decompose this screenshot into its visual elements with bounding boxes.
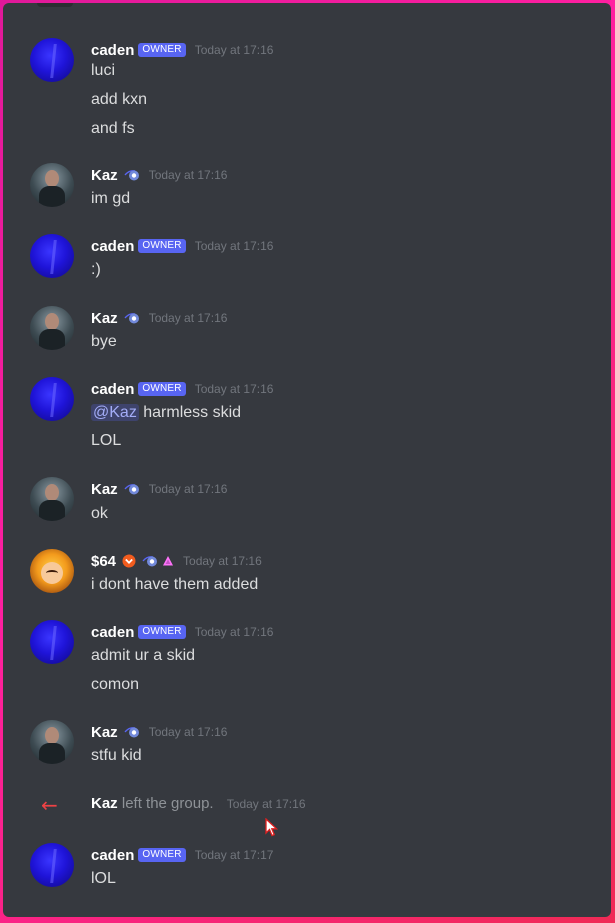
message-text: @Kaz harmless skid bbox=[91, 404, 241, 422]
avatar[interactable] bbox=[30, 306, 74, 350]
avatar[interactable] bbox=[30, 620, 74, 664]
username[interactable]: caden bbox=[91, 238, 134, 255]
timestamp[interactable]: Today at 17:16 bbox=[149, 168, 228, 182]
message-text: add kxn bbox=[91, 91, 148, 108]
message-text: luci bbox=[91, 62, 116, 79]
system-text: left the group. bbox=[117, 795, 214, 812]
timestamp[interactable]: Today at 17:16 bbox=[195, 625, 274, 639]
timestamp[interactable]: Today at 17:16 bbox=[183, 554, 262, 568]
chat-window: caden OWNER Today at 17:16 luci add kxn … bbox=[3, 3, 611, 917]
username[interactable]: Kaz bbox=[91, 167, 118, 184]
chevron-badge-icon[interactable] bbox=[122, 554, 136, 568]
username[interactable]: caden bbox=[91, 42, 134, 59]
timestamp[interactable]: Today at 17:16 bbox=[195, 239, 274, 253]
avatar[interactable] bbox=[30, 163, 74, 207]
timestamp[interactable]: Today at 17:16 bbox=[149, 725, 228, 739]
owner-badge: OWNER bbox=[138, 382, 186, 396]
username[interactable]: caden bbox=[91, 381, 134, 398]
message-text: i dont have them added bbox=[91, 576, 259, 593]
hypesquad-icon[interactable] bbox=[124, 482, 140, 496]
avatar[interactable] bbox=[30, 477, 74, 521]
owner-badge: OWNER bbox=[138, 625, 186, 639]
message-text: ok bbox=[91, 505, 108, 522]
avatar[interactable] bbox=[30, 38, 74, 82]
message-text: lOL bbox=[91, 870, 116, 887]
timestamp[interactable]: Today at 17:16 bbox=[227, 797, 306, 811]
owner-badge: OWNER bbox=[138, 43, 186, 57]
avatar[interactable] bbox=[30, 234, 74, 278]
message-text: im gd bbox=[91, 190, 131, 207]
timestamp[interactable]: Today at 17:16 bbox=[149, 311, 228, 325]
message-text: bye bbox=[91, 333, 117, 350]
username[interactable]: Kaz bbox=[91, 795, 118, 812]
message-text: stfu kid bbox=[91, 747, 142, 764]
leave-arrow-icon: ← bbox=[41, 793, 58, 817]
hypesquad-icon[interactable] bbox=[124, 725, 140, 739]
hypesquad-icon[interactable] bbox=[142, 554, 158, 568]
username[interactable]: Kaz bbox=[91, 310, 118, 327]
avatar[interactable] bbox=[30, 843, 74, 887]
message-text: admit ur a skid bbox=[91, 647, 196, 664]
timestamp[interactable]: Today at 17:16 bbox=[149, 482, 228, 496]
username[interactable]: $64 bbox=[91, 553, 116, 570]
owner-badge: OWNER bbox=[138, 239, 186, 253]
username[interactable]: caden bbox=[91, 624, 134, 641]
message-text-rest: harmless skid bbox=[138, 404, 242, 421]
hypesquad-icon[interactable] bbox=[124, 311, 140, 325]
nitro-triangle-icon[interactable] bbox=[162, 554, 174, 568]
username[interactable]: Kaz bbox=[91, 724, 118, 741]
mouse-cursor-icon bbox=[265, 818, 279, 837]
username[interactable]: caden bbox=[91, 847, 134, 864]
hypesquad-icon[interactable] bbox=[124, 168, 140, 182]
avatar[interactable] bbox=[30, 720, 74, 764]
message-text: and fs bbox=[91, 120, 135, 137]
message-text: LOL bbox=[91, 432, 122, 449]
message-text: :) bbox=[91, 261, 101, 278]
username[interactable]: Kaz bbox=[91, 481, 118, 498]
timestamp[interactable]: Today at 17:16 bbox=[195, 43, 274, 57]
timestamp[interactable]: Today at 17:16 bbox=[195, 382, 274, 396]
message-text: comon bbox=[91, 676, 140, 693]
previous-avatar-edge bbox=[37, 3, 73, 7]
timestamp[interactable]: Today at 17:17 bbox=[195, 848, 274, 862]
avatar[interactable] bbox=[30, 549, 74, 593]
owner-badge: OWNER bbox=[138, 848, 186, 862]
avatar[interactable] bbox=[30, 377, 74, 421]
user-mention[interactable]: @Kaz bbox=[91, 404, 139, 421]
